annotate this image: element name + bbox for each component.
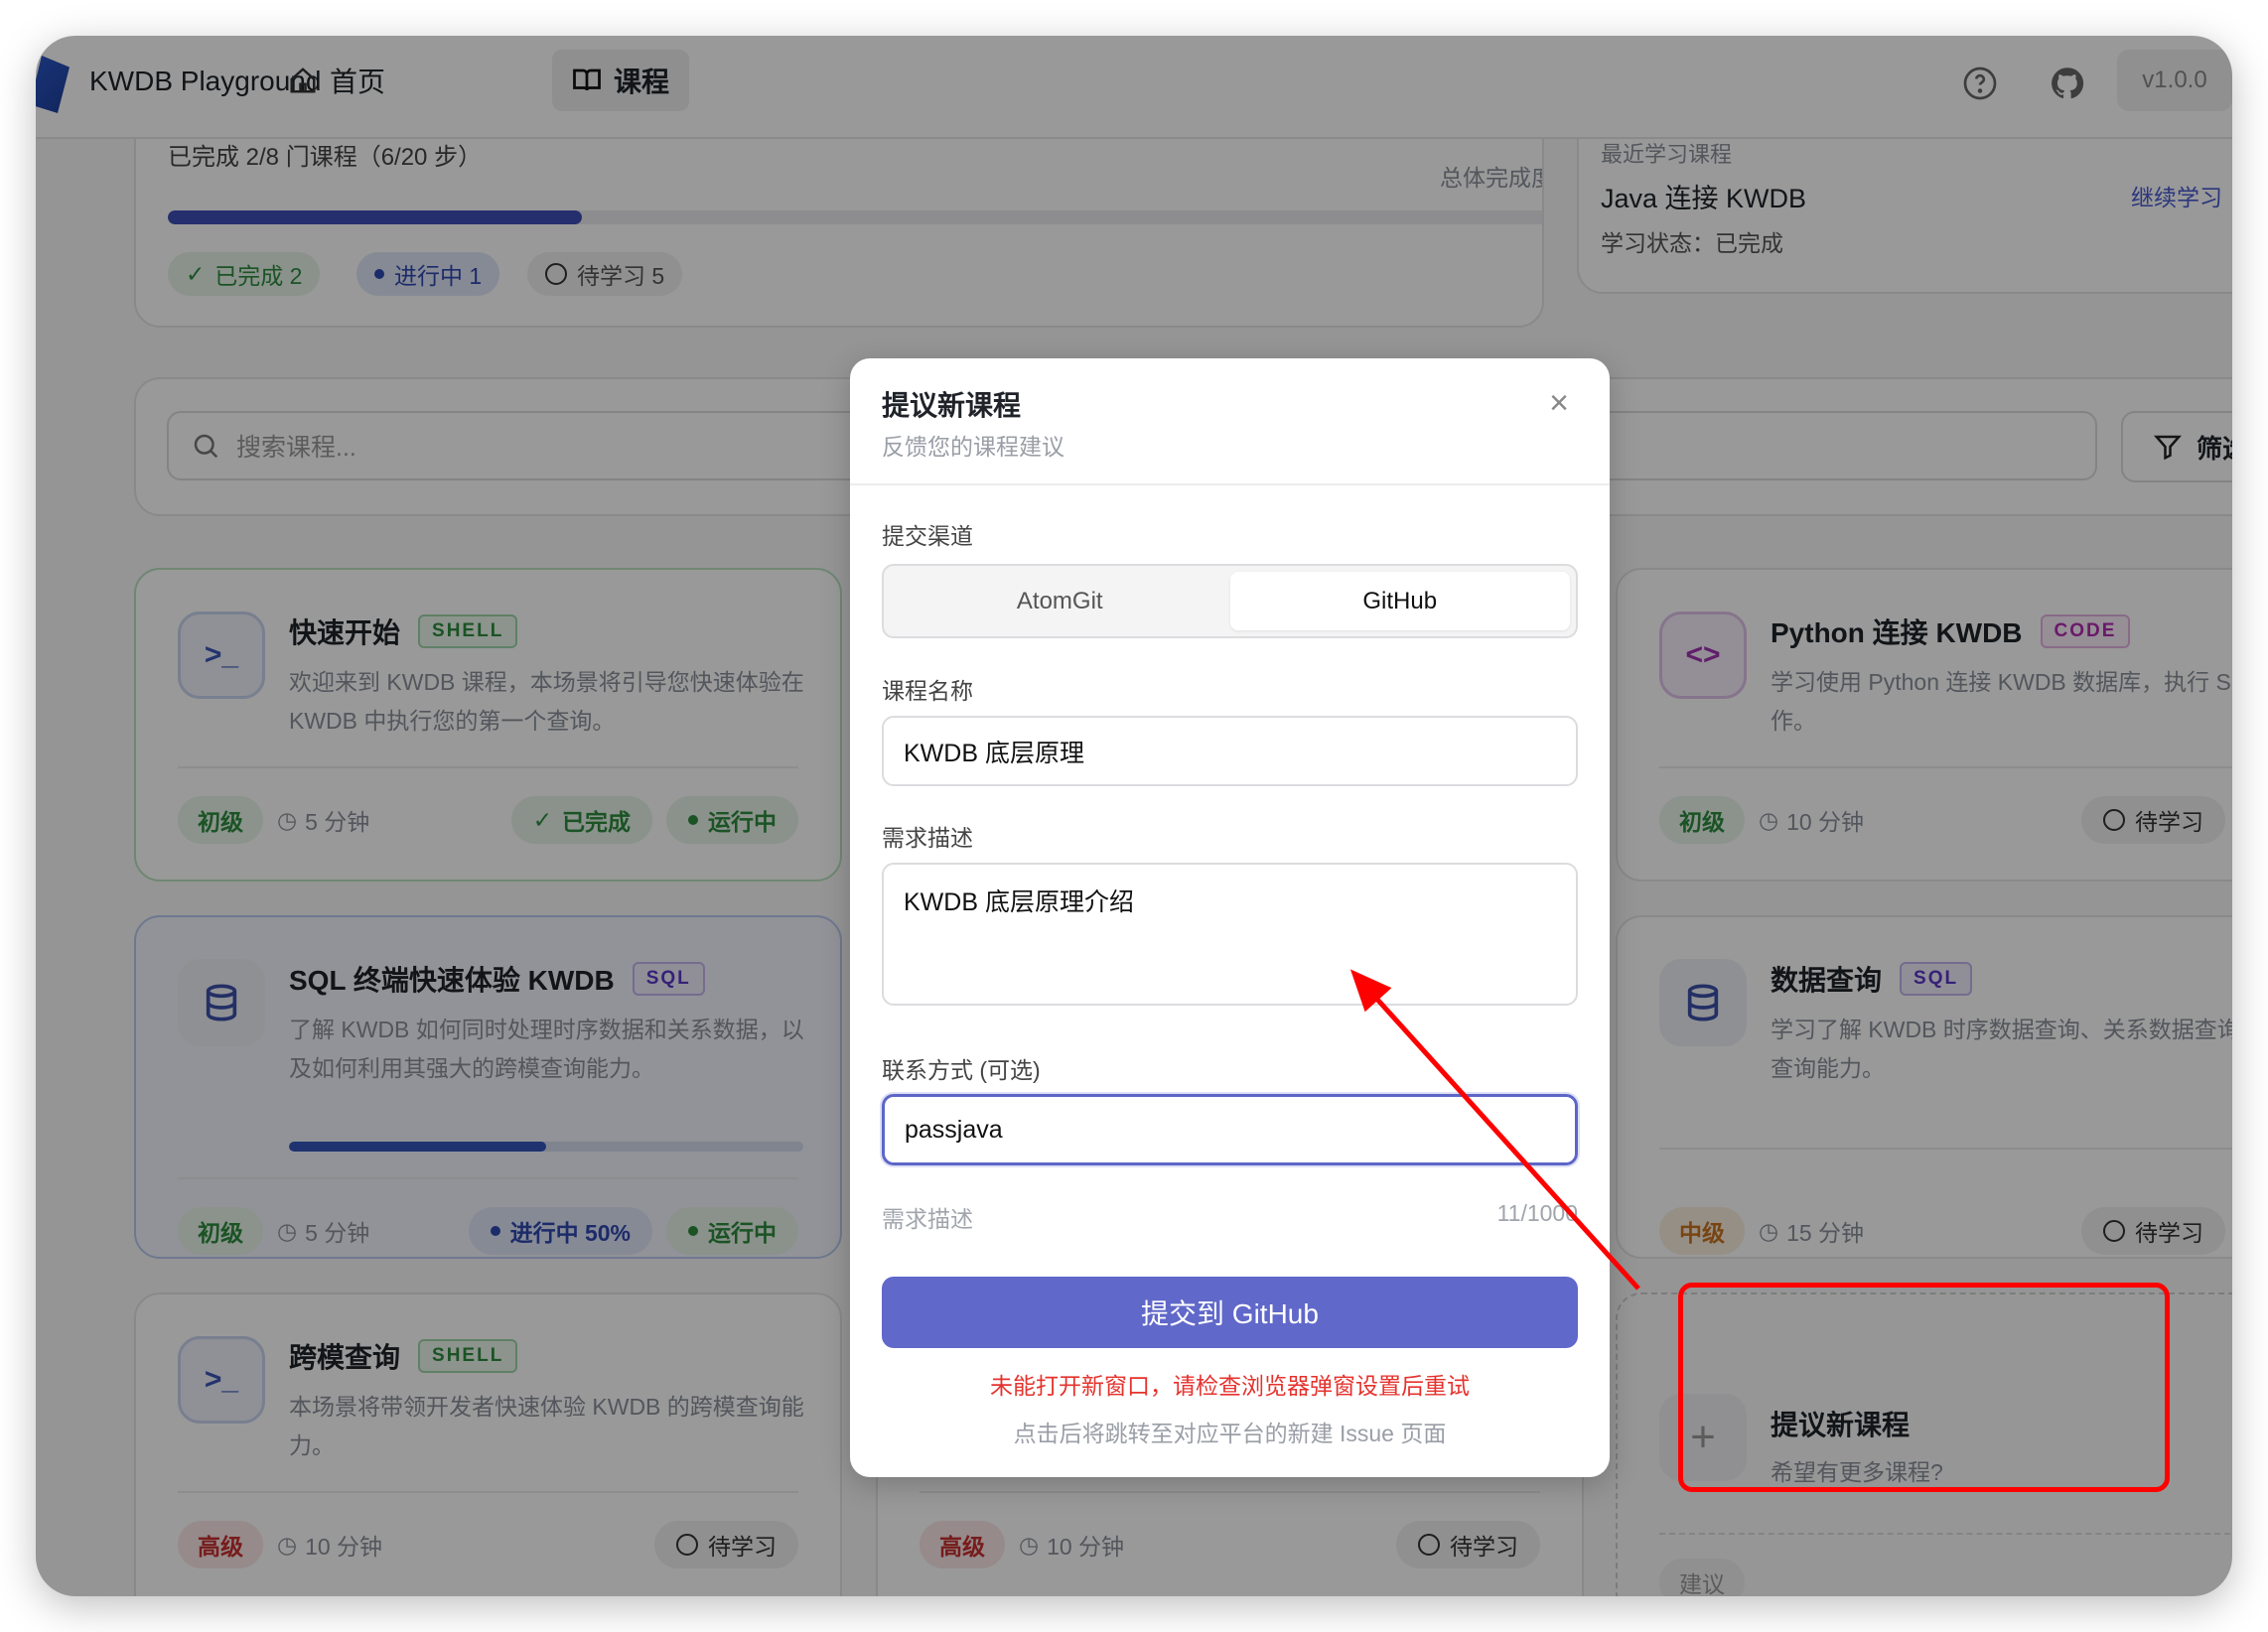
contact-value: passjava — [905, 1116, 1003, 1145]
description-textarea[interactable]: KWDB 底层原理介绍 — [882, 863, 1578, 1006]
channel-selector: AtomGit GitHub — [882, 564, 1578, 638]
close-icon[interactable]: × — [1544, 388, 1574, 418]
hint-label: 需求描述 — [882, 1200, 973, 1234]
description-label: 需求描述 — [882, 819, 973, 853]
submit-button[interactable]: 提交到 GitHub — [882, 1277, 1578, 1348]
contact-input[interactable]: passjava — [882, 1094, 1578, 1165]
contact-label: 联系方式 (可选) — [882, 1051, 1041, 1085]
submit-note: 点击后将跳转至对应平台的新建 Issue 页面 — [850, 1415, 1610, 1448]
suggest-course-dialog: 提议新课程 反馈您的课程建议 × 提交渠道 AtomGit GitHub 课程名… — [850, 358, 1610, 1477]
error-message: 未能打开新窗口，请检查浏览器弹窗设置后重试 — [850, 1367, 1610, 1401]
app-window: KWDB Playground 首页 课程 v1.0.0 已完成 2/8 门课程… — [36, 36, 2232, 1596]
channel-github[interactable]: GitHub — [1230, 572, 1571, 630]
annotation-highlight-box — [1678, 1283, 2170, 1492]
course-name-label: 课程名称 — [882, 672, 973, 706]
char-count: 11/1000 — [1497, 1200, 1578, 1234]
divider — [850, 483, 1610, 485]
description-value: KWDB 底层原理介绍 — [904, 883, 1134, 918]
course-name-input[interactable]: KWDB 底层原理 — [882, 716, 1578, 786]
dialog-subtitle: 反馈您的课程建议 — [882, 428, 1064, 462]
channel-label: 提交渠道 — [882, 517, 973, 551]
course-name-value: KWDB 底层原理 — [904, 734, 1084, 769]
channel-atomgit[interactable]: AtomGit — [890, 572, 1230, 630]
dialog-title: 提议新课程 — [882, 384, 1021, 424]
